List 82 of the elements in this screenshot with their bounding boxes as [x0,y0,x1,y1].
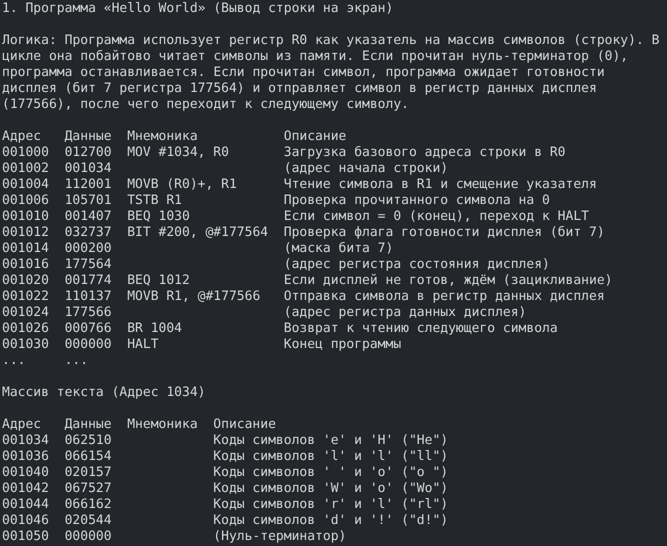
description-cell-text: (Нуль-терминатор) [213,529,348,545]
data-cell-text: 177566 [64,305,113,321]
data-cell-text: 105701 [64,193,113,209]
address-cell-text: 001044 [2,497,50,513]
description-cell-text: Если символ = 0 (конец), переход к HALT [284,209,590,225]
description-cell-text: Коды символов 'l' и 'l' ("ll") [213,449,450,465]
description-cell-text: Чтение символа в R1 и смещение указателя [284,177,598,193]
address-cell-text: 001006 [2,193,50,209]
program-title: 1. Программа «Hello World» (Вывод строки на экран) [2,1,394,17]
column-header: Данные [64,129,113,145]
mnemonic-cell-text: MOV #1034, R0 [127,145,230,161]
description-cell-text: Отправка символа в регистр данных дисплея [284,289,606,305]
mnemonic-cell-text: HALT [127,337,160,353]
description-cell-text: Если дисплей не готов, ждём (зацикливание) [284,273,614,289]
data-cell-text: 020157 [64,465,113,481]
data-cell-text: 012700 [64,145,113,161]
description-cell-text: Конец программы [284,337,402,353]
data-cell-text: 062510 [64,433,113,449]
data-cell-text: 000000 [64,529,113,545]
address-cell-text: 001030 [2,337,50,353]
data-cell-text: 001407 [64,209,113,225]
data-cell-text: 000000 [64,337,113,353]
address-cell-text: 001014 [2,241,50,257]
address-cell-text: 001000 [2,145,50,161]
mnemonic-cell-text: BIT #200, @#177564 [127,225,270,241]
data-cell-text: 112001 [64,177,113,193]
description-cell-text: (адрес регистра состояния дисплея) [284,257,551,273]
mnemonic-cell-text: BEQ 1030 [127,209,191,225]
description-cell-text: Коды символов 'd' и '!' ("d!") [213,513,450,529]
address-cell-text: 001020 [2,273,50,289]
data-cell-text: 066154 [64,449,113,465]
data-cell-text: 020544 [64,513,113,529]
address-cell-text: 001034 [2,433,50,449]
address-cell-text: 001024 [2,305,50,321]
column-header: Описание [284,129,348,145]
description-cell-text: (адрес начала строки) [284,161,450,177]
logic-paragraph: Логика: Программа использует регистр R0 как указатель на массив символов (строку). В цикле она побайтово читает символы из памяти. Если прочитан нуль-терминатор (0), программа останавливается. Если прочитан символ, программа ожидает готовности дисплея (бит 7 регистра 177564) и отправляет символ в регистр данных дисплея (177566), после чего переходит к следующему символу. [2,33,660,113]
address-cell-text: 001040 [2,465,50,481]
data-cell-text: 032737 [64,225,113,241]
description-cell-text: Проверка прочитанного символа на 0 [284,193,551,209]
description-cell-text: Коды символов ' ' и 'o' ("o ") [213,465,450,481]
address-cell-text: 001002 [2,161,50,177]
data-cell-text: 067527 [64,481,113,497]
description-cell-text: Возврат к чтению следующего символа [284,321,559,337]
address-cell-text: 001042 [2,481,50,497]
mnemonic-cell-text: MOVB R1, @#177566 [127,289,262,305]
column-header: Адрес [2,129,42,145]
data-cell-text: 001774 [64,273,113,289]
data-cell-text: 066162 [64,497,113,513]
mnemonic-cell-text: TSTB R1 [127,193,184,209]
address-cell-text: 001012 [2,225,50,241]
section-title: Массив текста (Адрес 1034) [2,385,206,401]
address-cell-text: 001022 [2,289,50,305]
data-cell-text: 177564 [64,257,113,273]
data-cell-text: 000766 [64,321,113,337]
data-cell-text: 001034 [64,161,113,177]
description-cell-text: Коды символов 'r' и 'l' ("rl") [213,497,450,513]
address-cell-text: 001046 [2,513,50,529]
data-cell-text: ... [64,353,90,369]
description-cell-text: Загрузка базового адреса строки в R0 [284,145,567,161]
address-cell-text: 001010 [2,209,50,225]
column-header: Мнемоника [127,129,199,145]
column-header: Данные [64,417,113,433]
address-cell-text: ... [2,353,26,369]
mnemonic-cell-text: BEQ 1012 [127,273,191,289]
data-cell-text: 110137 [64,289,113,305]
address-cell-text: 001036 [2,449,50,465]
description-cell-text: Коды символов 'e' и 'H' ("He") [213,433,450,449]
address-cell-text: 001026 [2,321,50,337]
column-header: Адрес [2,417,42,433]
data-cell-text: 000200 [64,241,113,257]
description-cell-text: Коды символов 'W' и 'o' ("Wo") [213,481,450,497]
address-cell-text: 001050 [2,529,50,545]
description-cell-text: Проверка флага готовности дисплея (бит 7) [284,225,606,241]
column-header: Мнемоника [127,417,199,433]
mnemonic-cell-text: MOVB (R0)+, R1 [127,177,238,193]
description-cell-text: (маска бита 7) [284,241,394,257]
column-header: Описание [213,417,277,433]
description-cell-text: (адрес регистра данных дисплея) [284,305,528,321]
address-cell-text: 001004 [2,177,50,193]
mnemonic-cell-text: BR 1004 [127,321,184,337]
address-cell-text: 001016 [2,257,50,273]
